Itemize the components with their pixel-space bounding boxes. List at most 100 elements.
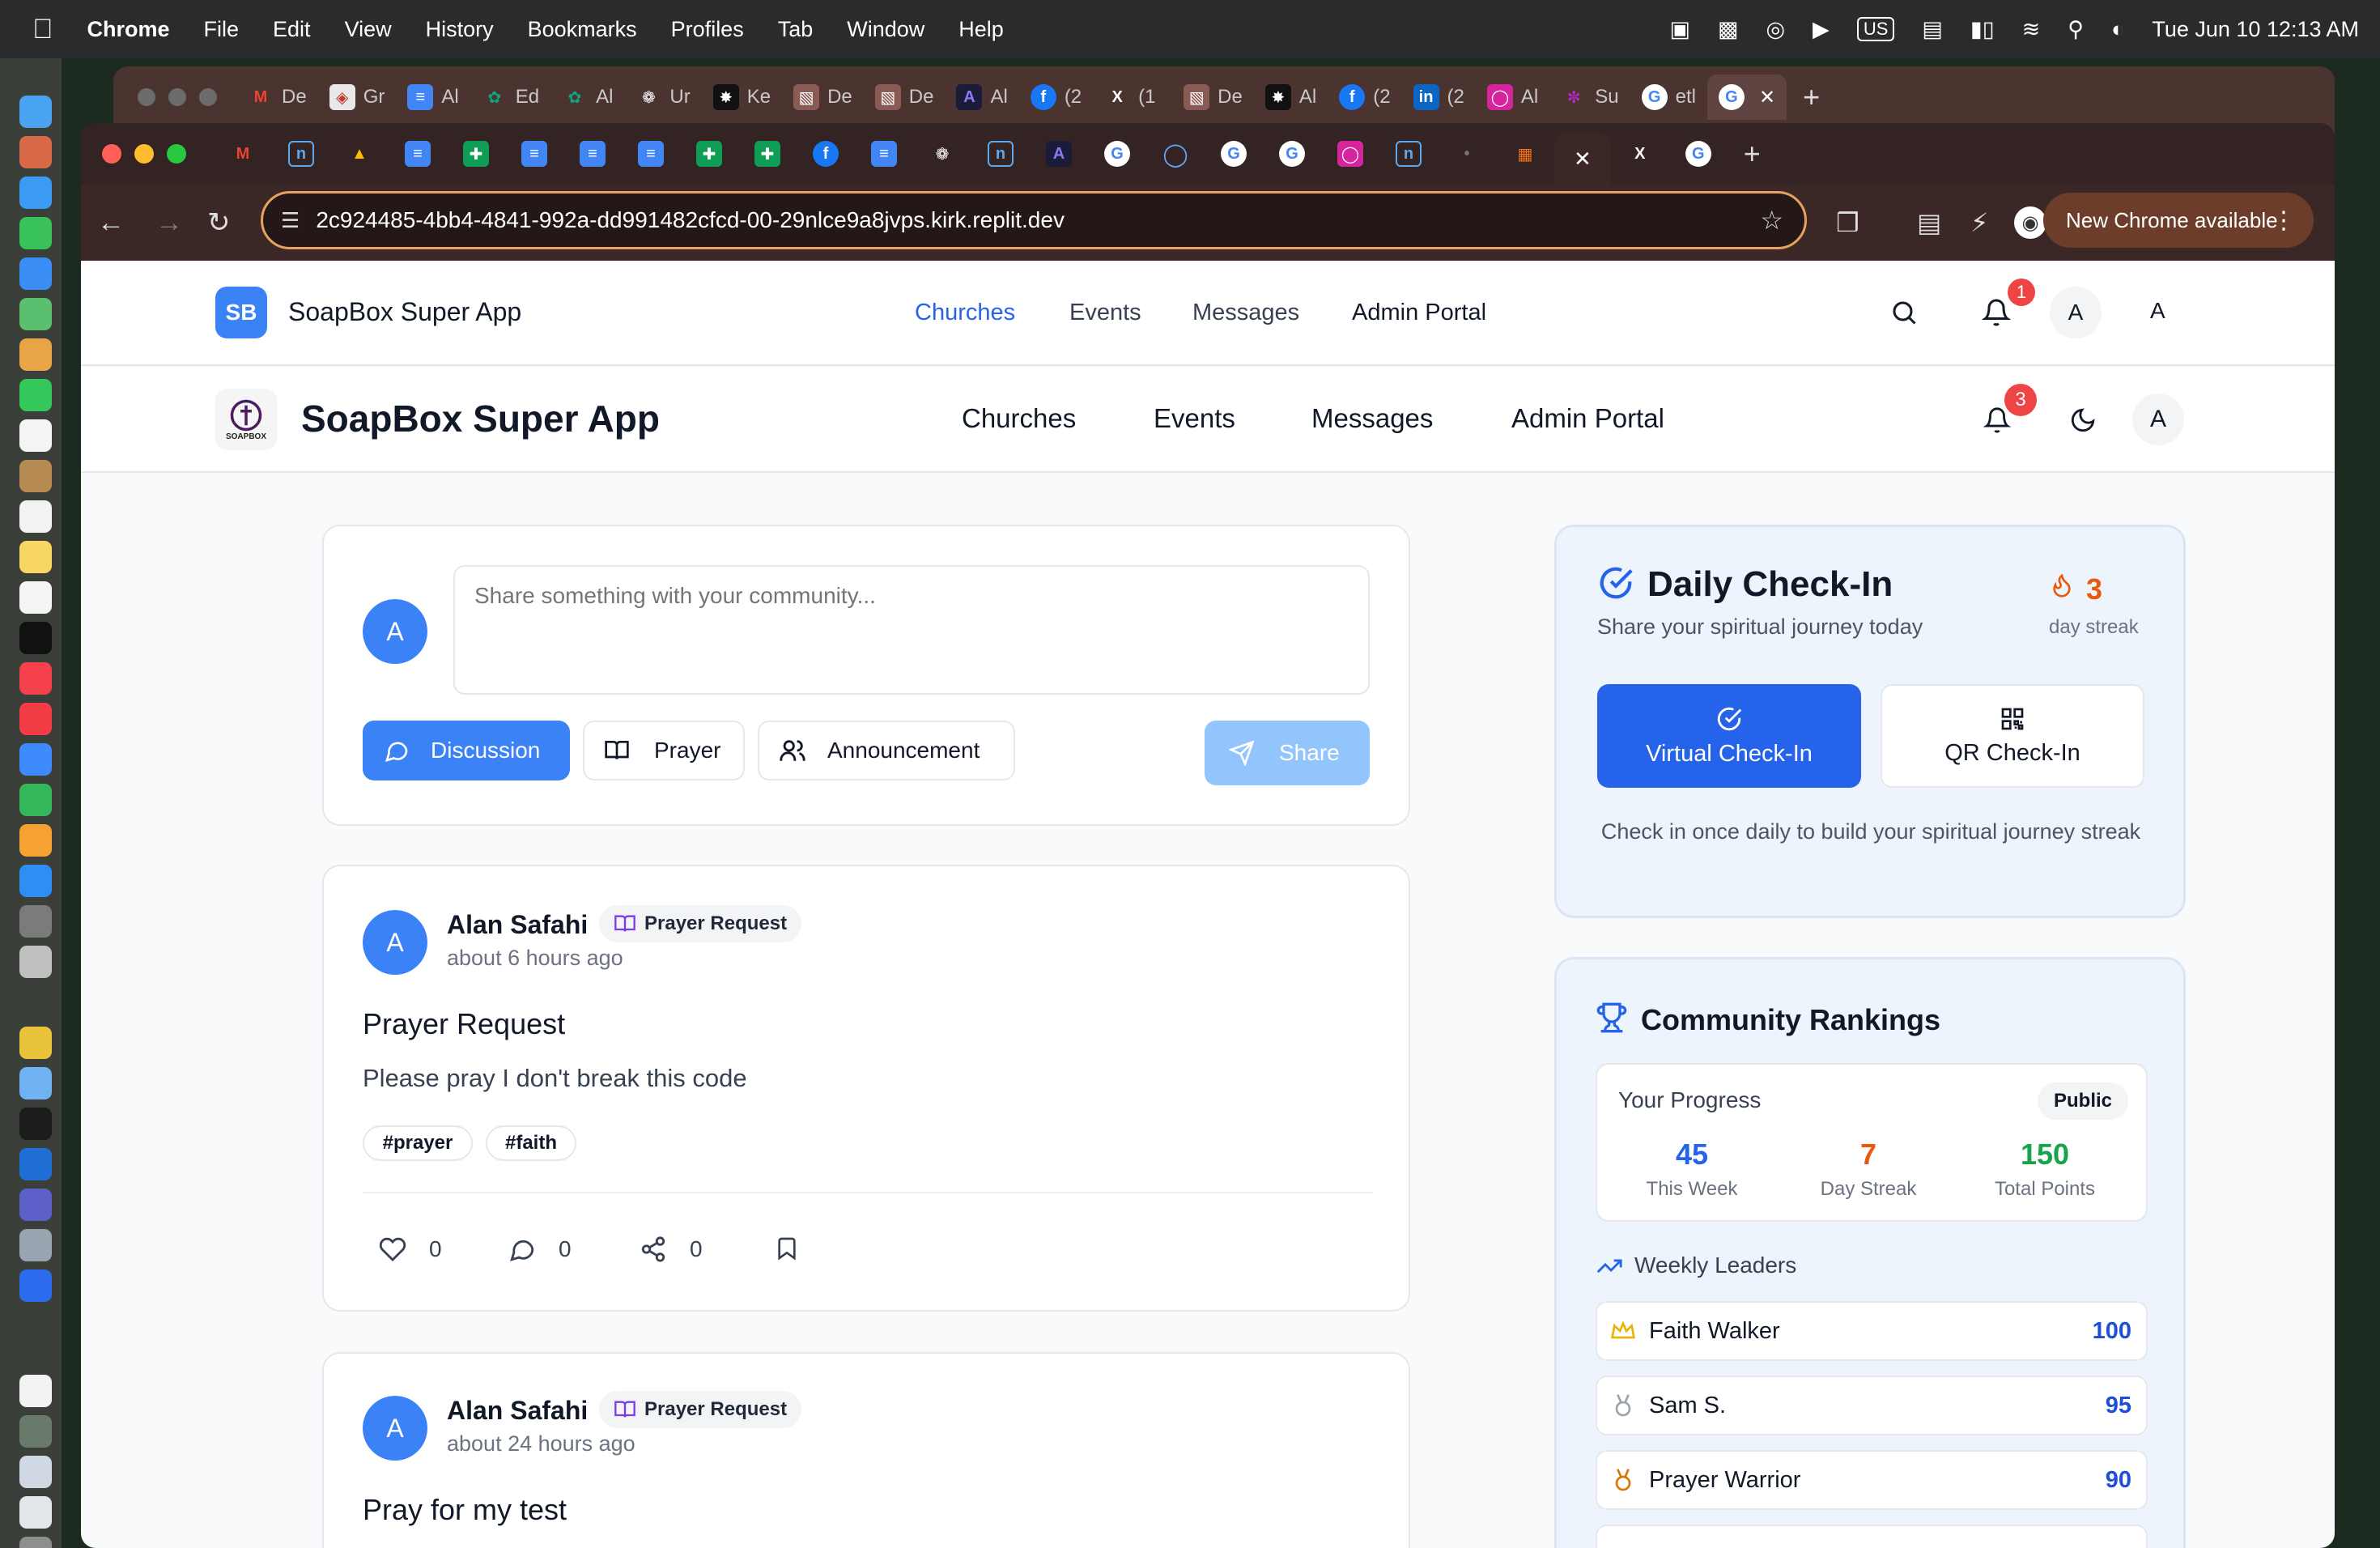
background-tab[interactable]: f (2 [1328,74,1401,120]
background-tab[interactable]: ◈ Gr [318,74,397,120]
nav-admin-portal[interactable]: Admin Portal [1352,300,1486,326]
numbers-dock-icon[interactable] [19,784,52,816]
pinned-tab[interactable]: X [1611,131,1669,176]
nav-messages[interactable]: Messages [1311,403,1433,434]
calendar-dock-icon[interactable] [19,419,52,452]
pinned-tab[interactable]: n [971,131,1030,176]
menu-file[interactable]: File [204,17,240,42]
facetime-dock-icon[interactable] [19,379,52,411]
window-zoom-dot[interactable] [199,88,217,106]
battery-icon[interactable]: ▮▯ [1970,17,1995,42]
background-active-tab[interactable]: G ✕ [1706,74,1787,120]
menu-profiles[interactable]: Profiles [671,17,744,42]
pinned-tab[interactable]: G [1263,131,1321,176]
background-tab[interactable]: f (2 [1019,74,1093,120]
app-name[interactable]: SoapBox Super App [288,297,521,327]
site-settings-icon[interactable]: ☰ [281,208,300,233]
background-tab[interactable]: M De [236,74,318,120]
close-tab-icon[interactable]: ✕ [1759,86,1775,109]
control-center-icon[interactable]: ◐ [2111,17,2124,42]
pinned-tab[interactable]: M [214,131,272,176]
background-tab[interactable]: ❁ Ur [624,74,701,120]
folder-dock-icon[interactable] [19,1415,52,1448]
downloads-dock-icon[interactable] [19,1456,52,1488]
profile-icon[interactable]: ◉ [2014,206,2046,239]
composer-textarea[interactable] [453,565,1370,695]
menu-edit[interactable]: Edit [273,17,311,42]
tab-search-icon[interactable]: ▤ [1917,207,1941,238]
nav-churches[interactable]: Churches [962,403,1076,434]
bookmark-icon[interactable] [774,1235,800,1261]
author-avatar[interactable]: A [363,910,427,975]
comment-button[interactable]: 0 [508,1235,572,1263]
documents-dock-icon[interactable] [19,1496,52,1529]
window-minimize-dot[interactable] [168,88,186,106]
pinned-tab[interactable]: ≡ [622,131,680,176]
window-zoom-button[interactable] [167,144,186,164]
tv-dock-icon[interactable] [19,622,52,654]
post-tag[interactable]: #prayer [363,1125,473,1161]
terminal-dock-icon[interactable] [19,1108,52,1140]
user-avatar[interactable]: A [2132,393,2184,445]
pinned-tab[interactable]: ❁ [913,131,971,176]
menu-tab[interactable]: Tab [778,17,814,42]
screenshot-status-icon[interactable]: ▩ [1718,17,1739,42]
finder-dock-icon[interactable] [19,96,52,128]
soapbox-logo[interactable]: SOAPBOX [215,389,277,450]
contacts-dock-icon[interactable] [19,460,52,492]
nav-churches[interactable]: Churches [915,300,1015,326]
car-status-icon[interactable]: ▤ [1922,17,1943,42]
spotlight-search-icon[interactable]: ⚲ [2068,17,2084,42]
share-post-button[interactable]: Share [1205,721,1370,785]
apple-icon[interactable]:  [32,14,53,45]
app-title[interactable]: SoapBox Super App [301,397,660,440]
menu-view[interactable]: View [345,17,392,42]
keynote-dock-icon[interactable] [19,743,52,776]
background-tab[interactable]: ◯ Al [1476,74,1549,120]
author-name[interactable]: Alan Safahi [447,1396,588,1426]
launchpad-dock-icon[interactable] [19,136,52,168]
back-arrow-icon[interactable]: ← [97,207,125,239]
user-initial[interactable]: A [2150,298,2165,324]
chrome-dock-icon[interactable] [19,1027,52,1059]
user-avatar[interactable]: A [2050,287,2102,338]
pinned-tab[interactable]: ≡ [855,131,913,176]
leader-row[interactable]: Prayer Warrior 90 [1596,1450,2148,1510]
pinned-tab[interactable]: A [1030,131,1088,176]
background-tab[interactable]: ✼ Su [1549,74,1630,120]
mail-dock-icon[interactable] [19,257,52,290]
extensions-icon[interactable]: ❒ [1836,207,1859,238]
calendar-alt-dock-icon[interactable] [19,1375,52,1407]
dark-mode-moon-icon[interactable] [2069,406,2097,434]
preview-dock-icon[interactable] [19,946,52,978]
new-tab-icon[interactable]: + [1803,80,1820,114]
pinned-tab[interactable]: ◯ [1146,131,1205,176]
background-tab[interactable]: ≡ Al [396,74,470,120]
new-chrome-available-button[interactable]: New Chrome available ⋮ [2043,193,2314,248]
pages-dock-icon[interactable] [19,824,52,857]
outlook-dock-icon[interactable] [19,1148,52,1180]
play-status-icon[interactable]: ▶ [1813,17,1830,42]
like-button[interactable]: 0 [379,1235,442,1263]
nav-admin-portal[interactable]: Admin Portal [1511,403,1664,434]
photos-dock-icon[interactable] [19,338,52,371]
finder-status-icon[interactable]: ▣ [1669,17,1690,42]
virtual-checkin-button[interactable]: Virtual Check-In [1597,684,1861,788]
music-dock-icon[interactable] [19,662,52,695]
pinned-tab[interactable]: G [1669,131,1728,176]
settings-dock-icon[interactable] [19,905,52,938]
background-tab[interactable]: ▧ De [782,74,864,120]
teams-dock-icon[interactable] [19,1189,52,1221]
pinned-tab[interactable]: n [1379,131,1438,176]
maps-dock-icon[interactable] [19,298,52,330]
performance-icon[interactable]: ⚡ [1970,207,1988,238]
freeform-dock-icon[interactable] [19,581,52,614]
active-tab[interactable]: ✕ [1554,133,1611,185]
discussion-type-button[interactable]: Discussion [363,721,570,780]
menu-window[interactable]: Window [847,17,924,42]
forward-arrow-icon[interactable]: → [155,207,183,239]
news-dock-icon[interactable] [19,703,52,735]
pinned-tab[interactable]: ◯ [1321,131,1379,176]
menu-history[interactable]: History [426,17,494,42]
more-options-icon[interactable]: ⋮ [2272,206,2296,235]
